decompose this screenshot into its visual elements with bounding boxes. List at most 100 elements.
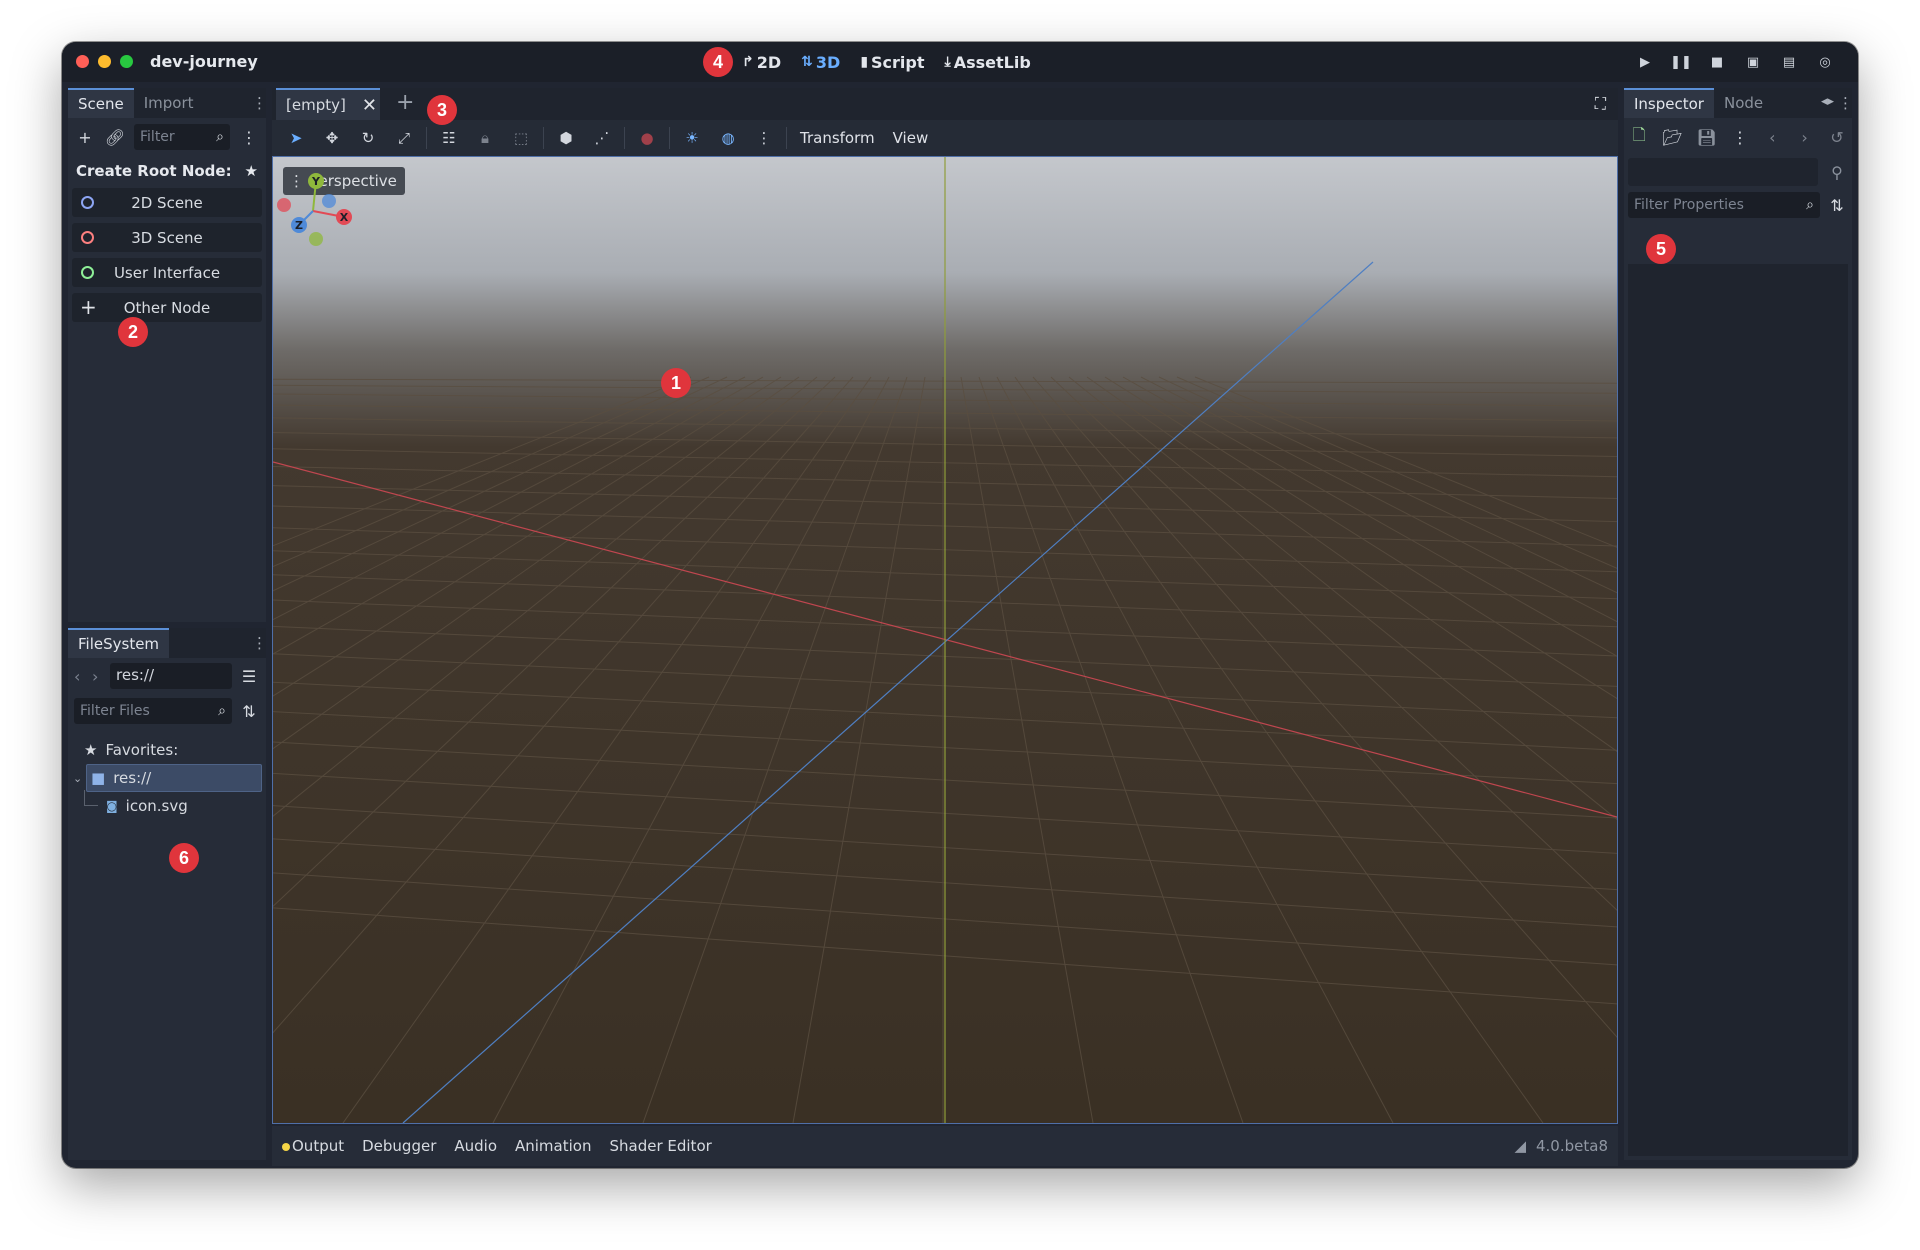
object-selector[interactable] bbox=[1628, 158, 1818, 186]
split-view-icon[interactable]: ☰ bbox=[238, 665, 260, 687]
minimize-window-button[interactable] bbox=[98, 55, 111, 68]
fs-path-input[interactable]: res:// bbox=[110, 663, 232, 689]
distraction-free-icon[interactable]: ⛶ bbox=[1595, 94, 1606, 114]
gizmo-label-z: Z bbox=[295, 219, 303, 232]
list-select-icon[interactable]: ☷ bbox=[431, 124, 467, 152]
tab-output[interactable]: Output bbox=[282, 1137, 344, 1155]
movie-maker-icon[interactable]: ◎ bbox=[1814, 50, 1836, 74]
kebab-menu-icon[interactable]: ⋮ bbox=[252, 634, 267, 652]
marker-3: 3 bbox=[427, 95, 457, 125]
snap-icon[interactable]: ⋰ bbox=[584, 124, 620, 152]
3d-viewport[interactable]: ⋮ Perspective YXZ bbox=[272, 156, 1618, 1124]
object-options-icon[interactable]: ⚲ bbox=[1826, 161, 1848, 183]
more-options-icon[interactable]: ⋮ bbox=[746, 124, 782, 152]
filter-properties-input[interactable]: Filter Properties ⌕ bbox=[1628, 192, 1820, 218]
tab-script[interactable]: ▮ Script bbox=[860, 53, 924, 72]
open-folder-icon[interactable]: 📂︎ bbox=[1662, 126, 1682, 148]
maximize-window-button[interactable] bbox=[120, 55, 133, 68]
group-icon[interactable]: ⬚ bbox=[503, 124, 539, 152]
file-row[interactable]: ◙ icon.svg bbox=[72, 790, 262, 820]
root-2d-scene-button[interactable]: 2D Scene bbox=[72, 188, 262, 217]
marker-6: 6 bbox=[169, 843, 199, 873]
new-resource-icon[interactable]: 🗋︎ bbox=[1630, 125, 1648, 148]
editor-window: dev-journey ↱ 2D ⇅ 3D ▮ Script ⤓ AssetLib ▶ … bbox=[62, 42, 1858, 1168]
camera-override-icon[interactable]: ● bbox=[629, 124, 665, 152]
tab-import[interactable]: Import bbox=[134, 88, 204, 118]
pause-icon[interactable]: ❚❚ bbox=[1670, 50, 1692, 74]
root-other-node-button[interactable]: + Other Node bbox=[72, 293, 262, 322]
kebab-menu-icon[interactable]: ⋮ bbox=[252, 94, 267, 112]
marker-4: 4 bbox=[703, 47, 733, 77]
sun-preview-icon[interactable]: ☀ bbox=[674, 124, 710, 152]
viewport-canvas[interactable] bbox=[273, 157, 1617, 1123]
view-gizmo[interactable]: Y X Z bbox=[273, 171, 353, 251]
tab-3d[interactable]: ⇅ 3D bbox=[801, 53, 840, 72]
dock-arrows-icon[interactable]: ◂▸ bbox=[1821, 94, 1834, 109]
fs-filter-input[interactable]: Filter Files ⌕ bbox=[74, 698, 232, 724]
add-scene-tab-icon[interactable]: + bbox=[396, 90, 414, 115]
root-user-interface-button[interactable]: User Interface bbox=[72, 258, 262, 287]
main-screen-tabs: ↱ 2D ⇅ 3D ▮ Script ⤓ AssetLib bbox=[742, 49, 1031, 75]
transform-menu[interactable]: Transform bbox=[791, 129, 884, 147]
play-custom-scene-icon[interactable]: ▤ bbox=[1778, 50, 1800, 74]
tab-scene[interactable]: Scene bbox=[68, 88, 134, 118]
filesystem-dock: FileSystem ⋮ ‹ › res:// ☰ Filter Files ⌕… bbox=[68, 628, 267, 1160]
close-tab-icon[interactable]: ✕ bbox=[362, 95, 377, 116]
play-scene-icon[interactable]: ▣ bbox=[1742, 50, 1764, 74]
fs-path-row: ‹ › res:// ☰ bbox=[68, 658, 266, 694]
fs-tree: ★ Favorites: ⌄ ■ res:// ◙ icon.svg bbox=[72, 736, 262, 820]
forward-icon[interactable]: › bbox=[92, 667, 104, 686]
separator bbox=[426, 127, 427, 149]
scene-options-icon[interactable]: ⋮ bbox=[238, 126, 260, 148]
history-forward-icon[interactable]: › bbox=[1795, 126, 1813, 148]
add-node-icon[interactable]: + bbox=[74, 126, 96, 148]
res-folder-row[interactable]: ⌄ ■ res:// bbox=[73, 764, 262, 792]
view-menu[interactable]: View bbox=[884, 129, 938, 147]
inspector-dock-tabs: Inspector Node ◂▸ ⋮ bbox=[1624, 88, 1853, 118]
environment-preview-icon[interactable]: ◍ bbox=[710, 124, 746, 152]
favorites-row[interactable]: ★ Favorites: bbox=[72, 736, 262, 764]
search-icon: ⌕ bbox=[218, 703, 226, 719]
tab-shader-editor[interactable]: Shader Editor bbox=[609, 1137, 711, 1155]
object-selector-row: ⚲ bbox=[1624, 156, 1852, 188]
local-space-icon[interactable]: ⬢ bbox=[548, 124, 584, 152]
scene-filter-input[interactable]: Filter ⌕ bbox=[134, 124, 230, 150]
tab-node[interactable]: Node bbox=[1714, 88, 1773, 118]
link-icon[interactable]: 🔗︎ bbox=[104, 126, 126, 148]
gizmo-neg-y bbox=[309, 232, 323, 246]
save-icon[interactable]: 💾︎ bbox=[1697, 126, 1717, 148]
tab-filesystem[interactable]: FileSystem bbox=[68, 628, 170, 658]
move-tool-icon[interactable]: ✥ bbox=[314, 124, 350, 152]
tab-assetlib[interactable]: ⤓ AssetLib bbox=[945, 53, 1031, 72]
stop-icon[interactable]: ■ bbox=[1706, 50, 1728, 74]
scene-dock-tabs: Scene Import ⋮ bbox=[68, 88, 267, 118]
tab-inspector[interactable]: Inspector bbox=[1624, 88, 1714, 118]
play-icon[interactable]: ▶ bbox=[1634, 50, 1656, 74]
lock-icon[interactable]: 🔒︎ bbox=[467, 124, 503, 152]
tab-audio[interactable]: Audio bbox=[454, 1137, 497, 1155]
sort-icon[interactable]: ⇅ bbox=[238, 700, 260, 722]
select-tool-icon[interactable]: ➤ bbox=[278, 124, 314, 152]
favorite-star-icon[interactable]: ★ bbox=[245, 162, 258, 180]
tab-animation[interactable]: Animation bbox=[515, 1137, 591, 1155]
scale-tool-icon[interactable]: ⤢ bbox=[386, 124, 422, 152]
star-icon: ★ bbox=[84, 741, 98, 759]
close-window-button[interactable] bbox=[76, 55, 89, 68]
root-3d-scene-button[interactable]: 3D Scene bbox=[72, 223, 262, 252]
tab-debugger[interactable]: Debugger bbox=[362, 1137, 436, 1155]
plus-icon: + bbox=[80, 295, 97, 319]
assetlib-icon: ⤓ bbox=[944, 54, 951, 70]
rotate-tool-icon[interactable]: ↻ bbox=[350, 124, 386, 152]
more-options-icon[interactable]: ⋮ bbox=[1731, 126, 1749, 148]
separator bbox=[624, 127, 625, 149]
back-icon[interactable]: ‹ bbox=[74, 667, 86, 686]
gizmo-label-y: Y bbox=[311, 175, 321, 188]
title-bar: dev-journey ↱ 2D ⇅ 3D ▮ Script ⤓ AssetLib ▶ … bbox=[62, 42, 1858, 82]
scene-tab-empty[interactable]: [empty] ✕ bbox=[276, 88, 380, 120]
kebab-menu-icon[interactable]: ⋮ bbox=[1838, 94, 1853, 112]
sort-icon[interactable]: ⇅ bbox=[1826, 194, 1848, 216]
viewport-toolbar: ➤ ✥ ↻ ⤢ ☷ 🔒︎ ⬚ ⬢ ⋰ ● ☀ ◍ ⋮ Transform Vie… bbox=[272, 120, 1618, 156]
history-icon[interactable]: ↺ bbox=[1828, 126, 1846, 148]
tab-2d[interactable]: ↱ 2D bbox=[742, 53, 781, 72]
history-back-icon[interactable]: ‹ bbox=[1763, 126, 1781, 148]
